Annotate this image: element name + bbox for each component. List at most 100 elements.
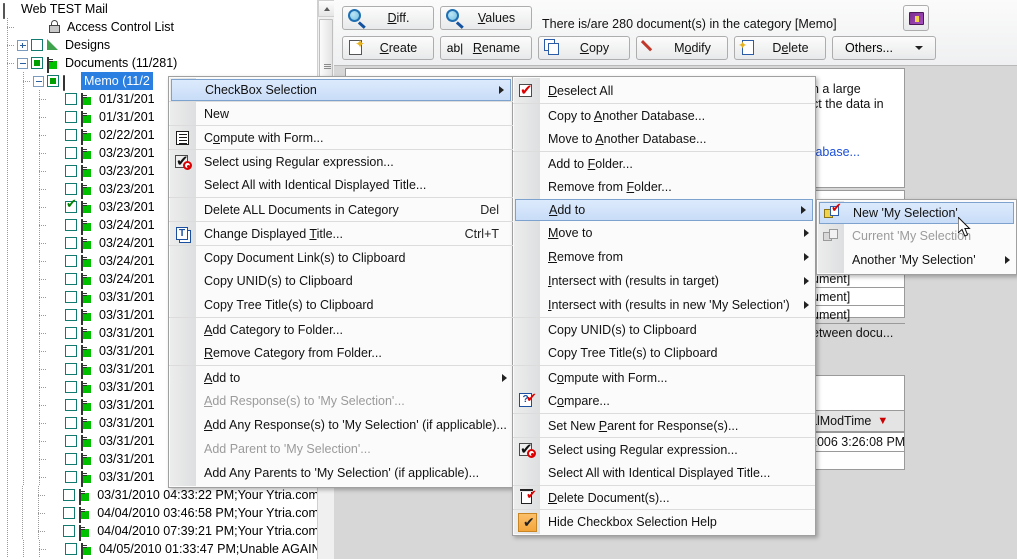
tree-checkbox[interactable] xyxy=(65,237,77,249)
submenu-item-move-to-another-database[interactable]: Move to Another Database... xyxy=(513,127,815,151)
tree-checkbox[interactable] xyxy=(65,399,77,411)
tree-checkbox[interactable] xyxy=(65,93,77,105)
submenu-item-compare[interactable]: ? ✔ Compare... xyxy=(513,389,815,413)
tree-checkbox[interactable] xyxy=(65,183,77,195)
menu-item-add-any-parents-to-my-selection-if-applicable[interactable]: Add Any Parents to 'My Selection' (if ap… xyxy=(169,461,513,485)
delete-button[interactable]: ✦ Delete xyxy=(734,36,826,60)
tree-checkbox[interactable] xyxy=(63,489,76,501)
tree-checkbox[interactable] xyxy=(65,453,77,465)
submenu-item-set-new-parent-for-response-s[interactable]: Set New Parent for Response(s)... xyxy=(513,413,815,437)
context-menu-main[interactable]: CheckBox Selection New Compute with Form..… xyxy=(168,76,514,488)
tree-guide xyxy=(0,324,16,342)
menu-sub-items[interactable]: ✔ Deselect All Copy to Another Database...… xyxy=(513,79,815,535)
submenu-item-intersect-with-results-in-target[interactable]: Intersect with (results in target) xyxy=(513,269,815,293)
tree-checkbox[interactable] xyxy=(65,111,77,123)
tree-checkbox[interactable] xyxy=(65,147,77,159)
menu-item-delete-all-documents-in-category[interactable]: Delete ALL Documents in Category Del xyxy=(169,197,513,221)
tree-checkbox[interactable] xyxy=(65,219,77,231)
tree-checkbox[interactable] xyxy=(65,327,77,339)
submenu-item-remove-from-folder[interactable]: Remove from Folder... xyxy=(513,175,815,199)
submenu-item-add-to-folder[interactable]: Add to Folder... xyxy=(513,151,815,175)
tree-checkbox[interactable] xyxy=(63,525,76,537)
filter-icon[interactable]: ▼ xyxy=(877,415,888,427)
menu-item-change-displayed-title[interactable]: T Change Displayed Title... Ctrl+T xyxy=(169,221,513,245)
tree-checkbox[interactable] xyxy=(65,273,77,285)
values-button[interactable]: Values xyxy=(440,6,532,30)
menu-item-copy-document-link-s-to-clipboard[interactable]: Copy Document Link(s) to Clipboard xyxy=(169,245,513,269)
tree-checkbox[interactable] xyxy=(47,75,59,87)
tree-guide xyxy=(0,522,15,540)
menu-item-select-all-with-identical-displayed-title[interactable]: Select All with Identical Displayed Titl… xyxy=(169,173,513,197)
submenu-item-compute-with-form[interactable]: Compute with Form... xyxy=(513,365,815,389)
submenu-item-copy-tree-title-s-to-clipboard[interactable]: Copy Tree Title(s) to Clipboard xyxy=(513,341,815,365)
tree-expander-minus[interactable] xyxy=(17,57,28,69)
tree-checkbox[interactable] xyxy=(65,291,77,303)
submenu-item-deselect-all[interactable]: ✔ Deselect All xyxy=(513,79,815,103)
menu-item-add-to[interactable]: Add to xyxy=(169,365,513,389)
menu-item-new[interactable]: New xyxy=(169,101,513,125)
tree-guide xyxy=(32,342,48,360)
context-menu-checkbox-selection[interactable]: ✔ Deselect All Copy to Another Database...… xyxy=(512,76,816,536)
tree-checkbox[interactable] xyxy=(65,417,77,429)
menu-sub2-items[interactable]: ✔ New 'My Selection' Current 'My Selection… xyxy=(817,201,1016,272)
tree-guide xyxy=(32,450,48,468)
tree-checkbox[interactable] xyxy=(65,363,77,375)
menu-main-items[interactable]: CheckBox Selection New Compute with Form..… xyxy=(169,79,513,485)
menu-item-add-any-response-s-to-my-selection-if-applicab[interactable]: Add Any Response(s) to 'My Selection' (i… xyxy=(169,413,513,437)
addto-item-another-my-selection[interactable]: Another 'My Selection' xyxy=(817,248,1016,272)
submenu-item-hide-checkbox-selection-help[interactable]: Hide Checkbox Selection Help xyxy=(513,509,815,535)
tree-expander-plus[interactable] xyxy=(17,39,28,51)
tree-checkbox[interactable] xyxy=(65,381,77,393)
menu-item-compute-with-form[interactable]: Compute with Form... xyxy=(169,125,513,149)
tree-checkbox[interactable] xyxy=(65,345,77,357)
tree-item[interactable]: 03/31/2010 04:33:22 PM;Your Ytria.com F xyxy=(0,486,334,505)
tree-item[interactable]: 04/05/2010 01:33:47 PM;Unable AGAIN t xyxy=(0,540,334,559)
tree-checkbox[interactable] xyxy=(65,435,77,447)
menu-item-add-category-to-folder[interactable]: Add Category to Folder... xyxy=(169,317,513,341)
tree-checkbox[interactable] xyxy=(65,165,77,177)
submenu-item-copy-unid-s-to-clipboard[interactable]: Copy UNID(s) to Clipboard xyxy=(513,317,815,341)
background-cell-value[interactable]: 2006 3:26:08 PM xyxy=(806,432,905,452)
menu-item-copy-unid-s-to-clipboard[interactable]: Copy UNID(s) to Clipboard xyxy=(169,269,513,293)
background-link-1[interactable]: tabase... xyxy=(812,145,860,159)
submenu-item-copy-to-another-database[interactable]: Copy to Another Database... xyxy=(513,103,815,127)
submenu-item-add-to[interactable]: Add to xyxy=(515,199,813,221)
tree-checkbox[interactable] xyxy=(65,129,77,141)
addto-item-new-my-selection[interactable]: ✔ New 'My Selection' xyxy=(819,201,1014,224)
modify-button[interactable]: Modify xyxy=(636,36,728,60)
menu-item-remove-category-from-folder[interactable]: Remove Category from Folder... xyxy=(169,341,513,365)
diff-button[interactable]: Diff. xyxy=(342,6,434,30)
tree-item[interactable]: Access Control List xyxy=(0,18,334,36)
tree-checkbox[interactable] xyxy=(65,309,77,321)
tree-root-item[interactable]: Web TEST Mail xyxy=(0,0,334,19)
submenu-item-remove-from[interactable]: Remove from xyxy=(513,245,815,269)
tree-expander-minus[interactable] xyxy=(33,75,44,87)
submenu-item-select-all-with-identical-displayed-title[interactable]: Select All with Identical Displayed Titl… xyxy=(513,461,815,485)
tree-checkbox[interactable] xyxy=(65,255,77,267)
tree-checkbox[interactable] xyxy=(65,198,77,213)
tree-checkbox[interactable] xyxy=(65,471,77,483)
others-dropdown[interactable]: Others... xyxy=(832,36,936,60)
submenu-item-select-using-regular-expression[interactable]: ✔ Select using Regular expression... xyxy=(513,437,815,461)
copy-button[interactable]: Copy xyxy=(538,36,630,60)
tree-item[interactable]: 04/04/2010 03:46:58 PM;Your Ytria.com F xyxy=(0,504,334,523)
tree-checkbox[interactable] xyxy=(31,57,43,69)
scroll-up-button[interactable] xyxy=(318,0,334,17)
menu-item-select-using-regular-expression[interactable]: ✔ Select using Regular expression... xyxy=(169,149,513,173)
tree-checkbox[interactable] xyxy=(63,507,76,519)
tree-item[interactable]: 04/04/2010 07:39:21 PM;Your Ytria.com F xyxy=(0,522,334,541)
submenu-item-delete-document-s[interactable]: ✔ Delete Document(s)... xyxy=(513,485,815,509)
submenu-item-move-to[interactable]: Move to xyxy=(513,221,815,245)
tree-item[interactable]: Designs xyxy=(0,36,334,54)
create-button[interactable]: ✦ Create xyxy=(342,36,434,60)
tree-checkbox[interactable] xyxy=(65,543,77,555)
tree-checkbox[interactable] xyxy=(31,39,43,51)
menu-item-checkbox-selection[interactable]: CheckBox Selection xyxy=(171,79,511,101)
tree-item[interactable]: Documents (11/281) xyxy=(0,54,334,73)
help-book-button[interactable] xyxy=(903,5,929,31)
menu-item-copy-tree-title-s-to-clipboard[interactable]: Copy Tree Title(s) to Clipboard xyxy=(169,293,513,317)
submenu-item-intersect-with-results-in-new-my-selection[interactable]: Intersect with (results in new 'My Selec… xyxy=(513,293,815,317)
context-menu-add-to[interactable]: ✔ New 'My Selection' Current 'My Selection… xyxy=(816,199,1017,275)
rename-button[interactable]: ab| Rename xyxy=(440,36,532,60)
background-column-header[interactable]: alModTime ▼ xyxy=(806,410,905,432)
